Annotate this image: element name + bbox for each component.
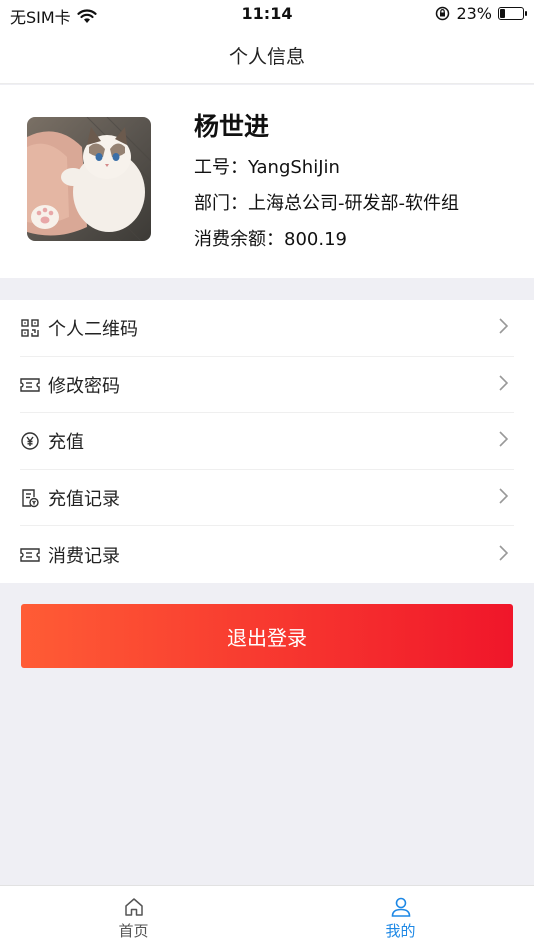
ticket-icon [20, 375, 40, 395]
menu-item-label: 充值 [48, 432, 84, 454]
tab-label: 我的 [385, 922, 416, 940]
tab-bar: 首页 我的 [0, 885, 534, 950]
settings-menu: 个人二维码 修改密码 充值 充值记录 消费记录 [0, 300, 534, 583]
profile-name: 杨世进 [194, 112, 270, 141]
status-bar: 无SIM卡 11:14 23% [0, 0, 534, 28]
menu-item-label: 修改密码 [48, 375, 120, 397]
avatar[interactable] [27, 117, 151, 241]
menu-item-change-password[interactable]: 修改密码 [0, 357, 534, 414]
menu-item-label: 消费记录 [48, 545, 120, 567]
employee-id: 工号：YangShiJin [194, 157, 340, 178]
status-right: 23% [435, 4, 527, 23]
avatar-image [27, 117, 151, 241]
chevron-right-icon [498, 431, 509, 451]
menu-item-consumption-records[interactable]: 消费记录 [0, 526, 534, 583]
menu-item-label: 个人二维码 [48, 319, 138, 341]
department: 部门：上海总公司-研发部-软件组 [194, 193, 459, 214]
battery-percent: 23% [456, 4, 492, 23]
yen-icon [20, 431, 40, 451]
battery-fill [500, 9, 505, 18]
chevron-right-icon [498, 375, 509, 395]
tab-mine[interactable]: 我的 [267, 886, 534, 950]
nav-bar: 个人信息 [0, 28, 534, 84]
chevron-right-icon [498, 318, 509, 338]
menu-item-label: 充值记录 [48, 489, 120, 511]
orientation-lock-icon [436, 6, 450, 21]
tab-home[interactable]: 首页 [0, 886, 267, 950]
page-title: 个人信息 [228, 46, 305, 68]
ticket-icon [20, 545, 40, 565]
chevron-right-icon [498, 545, 509, 565]
chevron-right-icon [498, 488, 509, 508]
tab-label: 首页 [118, 922, 149, 940]
battery-icon [498, 7, 527, 20]
menu-item-recharge[interactable]: 充值 [0, 413, 534, 470]
user-icon [391, 897, 410, 917]
profile-card: 杨世进 工号：YangShiJin 部门：上海总公司-研发部-软件组 消费余额：… [0, 85, 534, 278]
menu-item-recharge-records[interactable]: 充值记录 [0, 470, 534, 527]
logout-button[interactable]: 退出登录 [21, 604, 513, 668]
record-icon [20, 488, 40, 508]
menu-item-qr-code[interactable]: 个人二维码 [0, 300, 534, 357]
home-icon [124, 898, 143, 916]
qr-code-icon [20, 318, 40, 338]
balance: 消费余额：800.19 [194, 229, 347, 250]
